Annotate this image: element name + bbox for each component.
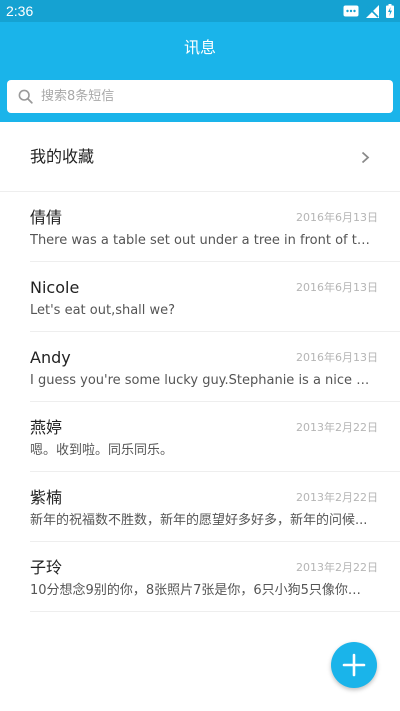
- conversation-item[interactable]: 燕婷 2013年2月22日 嗯。收到啦。同乐同乐。: [0, 402, 400, 472]
- message-preview: Let's eat out,shall we?: [30, 303, 176, 318]
- conversation-item[interactable]: Nicole 2016年6月13日 Let's eat out,shall we…: [0, 262, 400, 332]
- app-header: 讯息 搜索8条短信: [0, 22, 400, 122]
- conversation-item[interactable]: 紫楠 2013年2月22日 新年的祝福数不胜数，新年的愿望好多好多，新年的问候.…: [0, 472, 400, 542]
- contact-name: 子玲: [30, 558, 63, 577]
- contact-name: Nicole: [30, 278, 80, 297]
- battery-charging-icon: [386, 4, 394, 18]
- favorites-label: 我的收藏: [30, 147, 95, 166]
- message-preview: I guess you're some lucky guy.Stephanie …: [30, 373, 373, 388]
- contact-name: Andy: [30, 348, 71, 367]
- message-preview: 10分想念9别的你，8张照片7张是你，6只小狗5只像你，4...: [30, 583, 373, 598]
- message-date: 2016年6月13日: [296, 281, 378, 294]
- page-title: 讯息: [183, 38, 216, 57]
- message-date: 2013年2月22日: [296, 421, 378, 434]
- chevron-right-icon: [361, 151, 370, 164]
- contact-name: 紫楠: [30, 488, 63, 507]
- search-icon: [18, 89, 33, 104]
- message-date: 2016年6月13日: [296, 211, 378, 224]
- conversation-item[interactable]: Andy 2016年6月13日 I guess you're some luck…: [0, 332, 400, 402]
- status-time: 2:36: [6, 3, 34, 19]
- favorites-row[interactable]: 我的收藏: [0, 122, 400, 192]
- message-preview: 新年的祝福数不胜数，新年的愿望好多好多，新年的问候...: [30, 513, 368, 528]
- conversation-list: 倩倩 2016年6月13日 There was a table set out …: [0, 192, 400, 612]
- conversation-item[interactable]: 子玲 2013年2月22日 10分想念9别的你，8张照片7张是你，6只小狗5只像…: [0, 542, 400, 612]
- message-date: 2016年6月13日: [296, 351, 378, 364]
- contact-name: 燕婷: [30, 418, 63, 437]
- status-icons: [343, 3, 394, 19]
- messages-screen: 2:36 讯息 搜索8条短信 我的收藏 倩倩 2016年6月13日 There …: [0, 0, 400, 711]
- signal-off-icon: [366, 4, 379, 18]
- search-input[interactable]: 搜索8条短信: [7, 80, 393, 113]
- contact-name: 倩倩: [30, 208, 63, 227]
- message-preview: There was a table set out under a tree i…: [30, 233, 373, 248]
- plus-icon: [342, 653, 366, 677]
- message-preview: 嗯。收到啦。同乐同乐。: [30, 443, 174, 458]
- message-notification-icon: [343, 5, 359, 17]
- conversation-item[interactable]: 倩倩 2016年6月13日 There was a table set out …: [0, 192, 400, 262]
- message-date: 2013年2月22日: [296, 561, 378, 574]
- status-bar: 2:36: [0, 0, 400, 22]
- message-date: 2013年2月22日: [296, 491, 378, 504]
- new-message-button[interactable]: [331, 642, 377, 688]
- search-placeholder: 搜索8条短信: [41, 89, 115, 104]
